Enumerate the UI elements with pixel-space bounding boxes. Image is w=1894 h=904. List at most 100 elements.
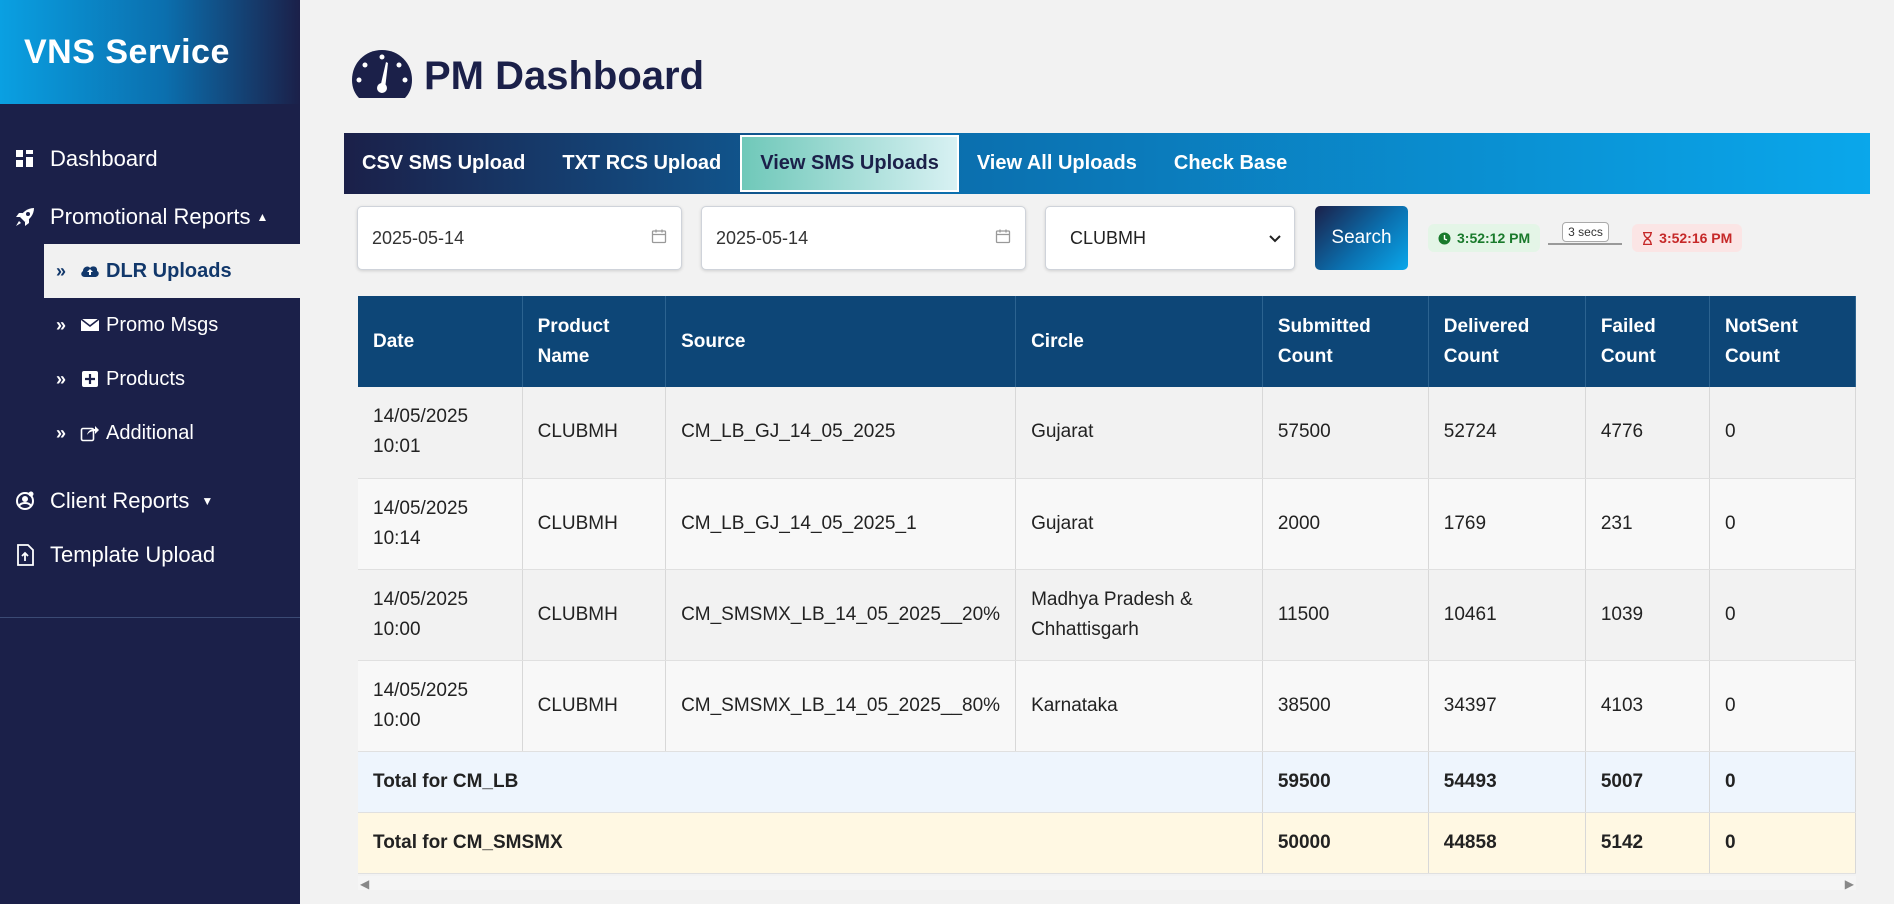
double-chevron-icon: » [56,314,67,335]
uploads-table-container: Date Product Name Source Circle Submitte… [358,296,1857,874]
total-row-cm-lb: Total for CM_LB 59500 54493 5007 0 [358,751,1857,813]
cell-source: CM_LB_GJ_14_05_2025 [665,387,1017,479]
col-header-product-name[interactable]: Product Name [522,296,667,387]
total-failed: 5142 [1585,812,1710,874]
main-content: PM Dashboard CSV SMS Upload TXT RCS Uplo… [300,0,1894,904]
horizontal-scrollbar[interactable]: ◀ ▶ [358,876,1856,891]
double-chevron-icon: » [56,260,67,281]
envelope-icon [80,315,100,335]
tab-check-base[interactable]: Check Base [1174,133,1306,194]
double-chevron-icon: » [56,422,67,443]
tab-view-sms-uploads[interactable]: View SMS Uploads [740,135,959,192]
sidebar-item-client-reports[interactable]: Client Reports ▼ [0,474,300,528]
cell-delivered: 1769 [1428,478,1586,570]
total-notsent: 0 [1709,812,1857,874]
col-header-date[interactable]: Date [358,296,523,387]
cell-submitted: 57500 [1262,387,1429,479]
cell-source: CM_LB_GJ_14_05_2025_1 [665,478,1017,570]
cloud-upload-icon [80,261,100,281]
calendar-icon[interactable] [651,228,667,249]
col-header-notsent-count[interactable]: NotSent Count [1709,296,1857,387]
sidebar-item-template-upload[interactable]: Template Upload [0,528,300,582]
sidebar-subitem-label: DLR Uploads [106,259,232,282]
cell-product: CLUBMH [522,387,667,479]
duration-label: 3 secs [1562,222,1609,242]
clock-icon [1438,232,1451,245]
scroll-left-arrow-icon[interactable]: ◀ [360,877,369,891]
uploads-table: Date Product Name Source Circle Submitte… [358,296,1857,874]
cell-source: CM_SMSMX_LB_14_05_2025__80% [665,660,1017,752]
product-select-value: CLUBMH [1070,227,1147,248]
cell-delivered: 52724 [1428,387,1586,479]
col-header-circle[interactable]: Circle [1015,296,1263,387]
rocket-icon [14,206,36,228]
tab-csv-sms-upload[interactable]: CSV SMS Upload [362,133,544,194]
total-submitted: 50000 [1262,812,1429,874]
cell-delivered: 34397 [1428,660,1586,752]
tab-view-all-uploads[interactable]: View All Uploads [977,133,1156,194]
sidebar-subitem-promo-msgs[interactable]: » Promo Msgs [44,298,300,352]
table-header-row: Date Product Name Source Circle Submitte… [358,296,1857,387]
query-timer: 3:52:12 PM 3 secs 3:52:16 PM [1428,222,1743,252]
cell-failed: 4103 [1585,660,1710,752]
page-header: PM Dashboard [350,48,704,105]
page-title: PM Dashboard [424,54,705,98]
table-row: 14/05/2025 10:00 CLUBMH CM_SMSMX_LB_14_05… [358,660,1857,752]
cell-product: CLUBMH [522,478,667,570]
scroll-right-arrow-icon[interactable]: ▶ [1845,877,1854,891]
brand-header: VNS Service [0,0,300,104]
sidebar-subitem-products[interactable]: » Products [44,352,300,406]
upload-icon [14,544,36,566]
total-delivered: 54493 [1428,751,1586,813]
cell-circle: Gujarat [1015,387,1263,479]
tab-txt-rcs-upload[interactable]: TXT RCS Upload [562,133,740,194]
cell-delivered: 10461 [1428,569,1586,661]
hourglass-icon [1642,231,1653,245]
cell-submitted: 38500 [1262,660,1429,752]
plus-square-icon [80,369,100,389]
table-row: 14/05/2025 10:00 CLUBMH CM_SMSMX_LB_14_05… [358,569,1857,661]
product-select[interactable]: CLUBMH [1045,206,1295,270]
sidebar-item-dashboard[interactable]: Dashboard [0,132,300,186]
cell-failed: 1039 [1585,569,1710,661]
col-header-delivered-count[interactable]: Delivered Count [1428,296,1586,387]
col-header-submitted-count[interactable]: Submitted Count [1262,296,1429,387]
sidebar-item-label: Promotional Reports [50,204,251,229]
calendar-icon[interactable] [995,228,1011,249]
col-header-failed-count[interactable]: Failed Count [1585,296,1710,387]
cell-date: 14/05/2025 10:00 [358,660,523,752]
duration-connector: 3 secs [1548,222,1623,252]
from-date-input[interactable]: 2025-05-14 [357,206,682,270]
cell-product: CLUBMH [522,660,667,752]
sidebar-item-label: Client Reports [50,488,190,513]
cell-failed: 231 [1585,478,1710,570]
brand-title: VNS Service [24,32,230,71]
share-square-icon [80,423,100,443]
sidebar: VNS Service Dashboard Promotional Report… [0,0,300,904]
to-date-input[interactable]: 2025-05-14 [701,206,1026,270]
sidebar-item-promotional-reports[interactable]: Promotional Reports ▲ [0,190,300,244]
total-failed: 5007 [1585,751,1710,813]
search-button[interactable]: Search [1315,206,1408,270]
client-icon [14,490,36,512]
gauge-icon [350,48,414,105]
total-row-cm-smsmx: Total for CM_SMSMX 50000 44858 5142 0 [358,812,1857,874]
col-header-source[interactable]: Source [665,296,1017,387]
sidebar-subitem-dlr-uploads[interactable]: » DLR Uploads [44,244,300,298]
caret-up-icon: ▲ [256,210,269,224]
from-date-value: 2025-05-14 [372,227,465,248]
sidebar-divider [0,617,300,618]
end-time: 3:52:16 PM [1659,230,1733,246]
start-time: 3:52:12 PM [1457,230,1531,246]
dashboard-icon [14,148,36,170]
start-time-badge: 3:52:12 PM [1428,224,1541,252]
end-time-badge: 3:52:16 PM [1632,224,1743,252]
to-date-value: 2025-05-14 [716,227,809,248]
cell-submitted: 2000 [1262,478,1429,570]
sidebar-subitem-additional[interactable]: » Additional [44,406,300,460]
cell-notsent: 0 [1709,478,1857,570]
cell-notsent: 0 [1709,569,1857,661]
sidebar-nav: Dashboard Promotional Reports ▲ » DLR Up… [0,104,300,582]
total-delivered: 44858 [1428,812,1586,874]
sidebar-subitem-label: Promo Msgs [106,313,219,336]
